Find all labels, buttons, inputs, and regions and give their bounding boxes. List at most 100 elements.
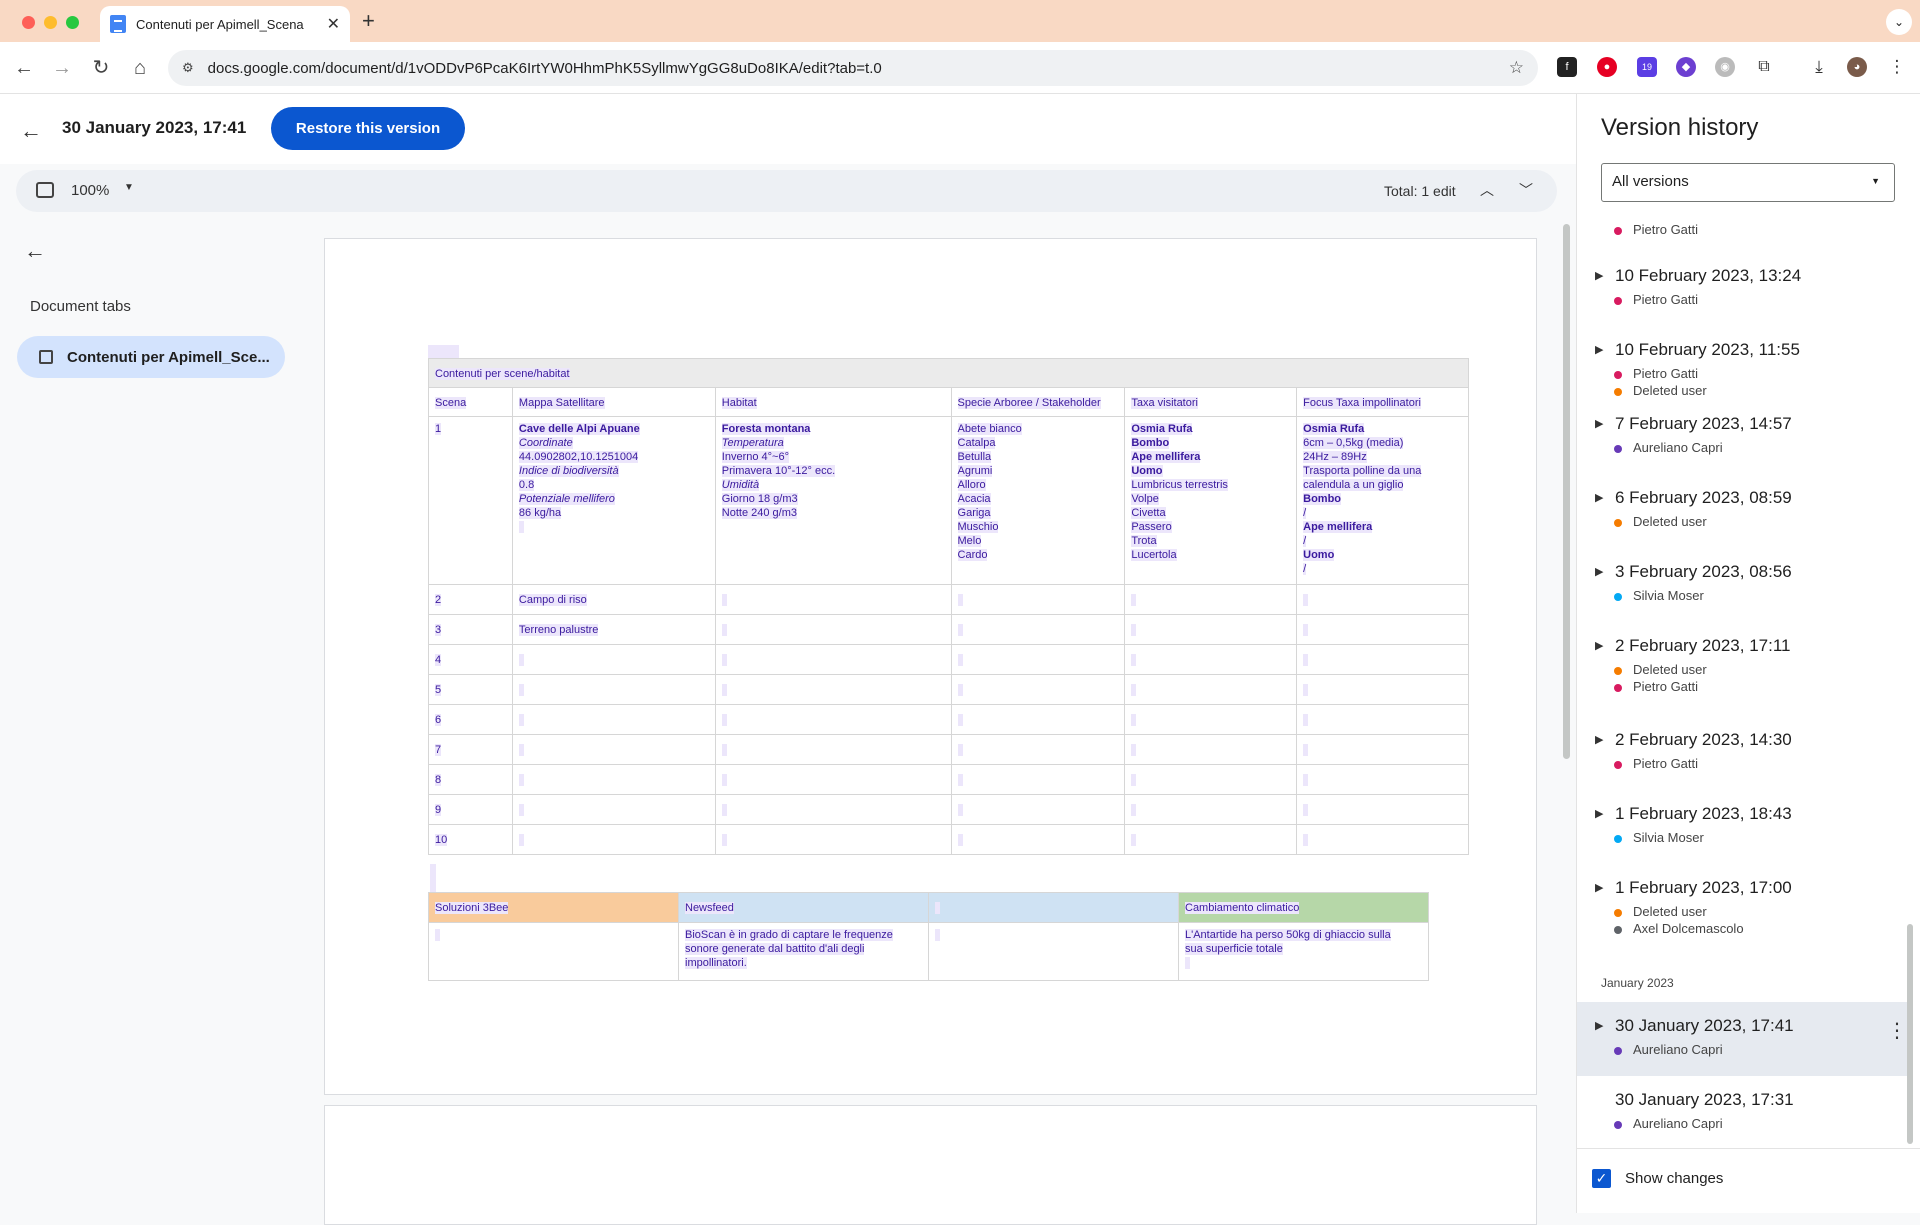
table-header-text: Newsfeed [685,902,734,914]
expand-triangle-icon[interactable]: ▶ [1595,491,1603,504]
zoom-select[interactable]: 100% [71,182,109,199]
version-user: Silvia Moser [1633,588,1704,603]
version-item[interactable]: ▶ 10 February 2023, 11:55 Pietro Gatti Dele… [1577,340,1917,398]
version-item[interactable]: ▶ 10 February 2023, 13:24 Pietro Gatti [1577,266,1917,307]
empty-change-marker [1131,804,1137,817]
table-cell [1124,794,1298,825]
version-item[interactable]: ▶ 6 February 2023, 08:59 Deleted user [1577,488,1917,529]
extension-badge-icon[interactable]: 19 [1637,57,1657,77]
table-cell: L'Antartide ha perso 50kg di ghiaccio su… [1178,922,1429,981]
expand-triangle-icon[interactable]: ▶ [1595,269,1603,282]
expand-triangle-icon[interactable]: ▶ [1595,639,1603,652]
extension-shield-icon[interactable]: ◆ [1676,57,1696,77]
versions-filter-dropdown[interactable]: All versions ▼ [1601,163,1895,202]
expand-triangle-icon[interactable]: ▶ [1595,807,1603,820]
home-icon[interactable]: ⌂ [128,56,152,80]
browser-menu-icon[interactable]: ⋮ [1887,57,1907,77]
empty-change-marker [518,521,524,534]
version-item[interactable]: ▶ 3 February 2023, 08:56 Silvia Moser [1577,562,1917,603]
version-item[interactable]: ▶ 1 February 2023, 17:00 Deleted user Axel … [1577,878,1917,936]
zoom-caret-icon[interactable]: ▼ [124,182,134,193]
show-changes-checkbox[interactable]: ✓ [1592,1169,1611,1188]
site-info-icon[interactable]: ⚙ [182,60,194,76]
user-color-dot [1614,297,1622,305]
table-cell [1296,824,1469,855]
expand-triangle-icon[interactable]: ▶ [1595,343,1603,356]
back-icon[interactable]: ← [12,56,36,80]
version-item[interactable]: ▶ 2 February 2023, 17:11 Deleted user Pietr… [1577,636,1917,694]
empty-change-marker [1131,684,1137,697]
cell-line: Giorno 18 g/m3 [721,492,945,506]
minimize-window-button[interactable] [44,16,57,29]
maximize-window-button[interactable] [66,16,79,29]
download-icon[interactable]: ⤓ [1809,57,1829,77]
cell-text: Inverno 4°~6° [721,451,789,463]
table-cell [950,614,1126,645]
close-window-button[interactable] [22,16,35,29]
cell-line: / [1303,562,1462,576]
version-item[interactable]: ▶ 30 January 2023, 17:41 Aureliano Capri [1577,1016,1917,1057]
expand-triangle-icon[interactable]: ▶ [1595,881,1603,894]
show-changes-row[interactable]: ✓ Show changes [1577,1148,1920,1213]
cell-text: impollinatori. [685,957,747,969]
version-list-scrollbar[interactable] [1907,924,1913,1144]
camera-icon[interactable]: ◉ [1715,57,1735,77]
table-header-row: Soluzioni 3Bee Newsfeed Cambiamento climat… [428,892,1429,923]
cell-text: Potenziale mellifero [518,493,615,505]
version-item[interactable]: 30 January 2023, 17:31 Aureliano Capri [1577,1090,1917,1131]
collapse-tabs-icon[interactable]: ← [24,238,46,264]
document-scrollbar[interactable] [1563,224,1570,759]
expand-triangle-icon[interactable]: ▶ [1595,1019,1603,1032]
extension-pin-icon[interactable]: ● [1597,57,1617,77]
cell-line: Cardo [957,548,1119,562]
profile-avatar[interactable]: ◕ [1847,57,1867,77]
empty-change-marker [957,774,963,787]
expand-triangle-icon[interactable]: ▶ [1595,417,1603,430]
bookmark-star-icon[interactable]: ☆ [1509,58,1524,78]
reload-icon[interactable]: ↻ [89,56,113,80]
browser-tab[interactable]: Contenuti per Apimell_Scena ✕ [100,6,350,42]
table-cell [511,794,716,825]
cell-text: Terreno palustre [518,624,599,636]
next-edit-icon[interactable]: ﹀ [1519,180,1533,200]
cell-line: Agrumi [957,464,1119,478]
version-title: 30 January 2023, 17:41 [62,118,247,137]
expand-triangle-icon[interactable]: ▶ [1595,565,1603,578]
empty-change-marker [957,594,963,607]
empty-change-marker [1131,774,1137,787]
version-item[interactable]: ▶ 7 February 2023, 14:57 Aureliano Capri [1577,414,1917,455]
cell-text: Osmia Rufa [1131,423,1193,435]
version-item[interactable]: ▶ 1 February 2023, 18:43 Silvia Moser [1577,804,1917,845]
forward-icon[interactable]: → [50,56,74,80]
address-bar[interactable]: ⚙ docs.google.com/document/d/1vODDvP6Pca… [168,50,1538,86]
restore-version-button[interactable]: Restore this version [271,107,465,150]
cell-text: sua superficie totale [1185,943,1283,955]
cell-text: Civetta [1131,507,1166,519]
extensions-puzzle-icon[interactable]: ⧉ [1754,57,1774,77]
print-icon[interactable] [36,182,54,198]
new-tab-icon[interactable]: + [362,8,375,34]
document-tabs-label: Document tabs [30,298,131,315]
user-color-dot [1614,388,1622,396]
table-cell [1124,824,1298,855]
close-tab-icon[interactable]: ✕ [327,14,340,34]
expand-triangle-icon[interactable]: ▶ [1595,733,1603,746]
version-date: 2 February 2023, 14:30 [1615,730,1792,749]
previous-edit-icon[interactable]: ︿ [1480,180,1494,200]
tab-search-icon[interactable]: ⌄ [1886,9,1912,35]
version-item[interactable]: ▶ 2 February 2023, 14:30 Pietro Gatti [1577,730,1917,771]
extension-f-icon[interactable]: f [1557,57,1577,77]
docs-icon [110,15,126,33]
empty-change-marker [957,714,963,727]
version-date: 1 February 2023, 17:00 [1615,878,1792,897]
table-cell [1296,674,1469,705]
table-cell [714,764,952,795]
table-cell [714,674,952,705]
empty-change-marker [1303,654,1309,667]
document-tab-active[interactable]: Contenuti per Apimell_Sce... [17,336,285,378]
table-title: Contenuti per scene/habitat [435,368,570,380]
table-cell [511,644,716,675]
table-cell [1296,764,1469,795]
empty-change-marker [1131,744,1137,757]
back-to-document-icon[interactable]: ← [20,118,42,144]
